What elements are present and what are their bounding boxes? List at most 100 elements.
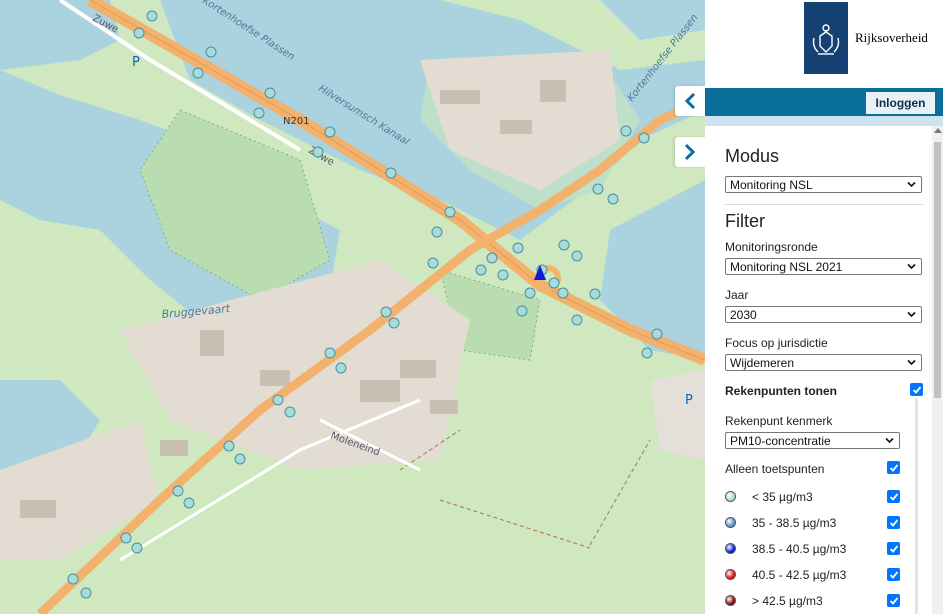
calculation-point-marker[interactable] — [380, 306, 392, 318]
calculation-point-marker[interactable] — [335, 362, 347, 374]
feature-select[interactable]: PM10-concentratie — [725, 432, 900, 449]
year-label: Jaar — [725, 288, 749, 302]
parking-label-right: P — [685, 393, 693, 408]
calculation-point-marker[interactable] — [571, 314, 583, 326]
jurisdiction-select[interactable]: Wijdemeren — [725, 354, 922, 371]
round-select-value: Monitoring NSL 2021 — [730, 259, 843, 274]
jurisdiction-label: Focus op jurisdictie — [725, 336, 828, 350]
calculation-point-marker[interactable] — [264, 87, 276, 99]
calculation-point-marker[interactable] — [146, 10, 158, 22]
legend-checkbox[interactable] — [887, 568, 900, 581]
legend-checkbox[interactable] — [887, 594, 900, 607]
legend-swatch-icon — [725, 517, 736, 528]
chevron-down-icon — [907, 311, 916, 318]
calculation-point-marker[interactable] — [607, 193, 619, 205]
calculation-point-marker[interactable] — [497, 269, 509, 281]
scrollbar-thumb[interactable] — [934, 142, 941, 398]
calculation-point-marker[interactable] — [444, 206, 456, 218]
calculation-point-marker[interactable] — [486, 252, 498, 264]
calculation-point-marker[interactable] — [516, 305, 528, 317]
calculation-point-marker[interactable] — [557, 287, 569, 299]
calculation-point-marker[interactable] — [67, 573, 79, 585]
calculation-point-marker[interactable] — [172, 485, 184, 497]
calculation-point-marker[interactable] — [524, 287, 536, 299]
mode-title: Modus — [725, 146, 780, 166]
road-label-n201: N201 — [283, 116, 310, 127]
legend-label: 40.5 - 42.5 µg/m3 — [752, 568, 847, 582]
check-icon — [889, 518, 898, 527]
check-icon — [889, 544, 898, 553]
calculation-point-marker[interactable] — [272, 394, 284, 406]
calculation-point-marker[interactable] — [324, 347, 336, 359]
legend-label: < 35 µg/m3 — [752, 490, 813, 504]
legend-checkbox[interactable] — [887, 516, 900, 529]
calculation-point-marker[interactable] — [234, 453, 246, 465]
legend-checkbox[interactable] — [887, 490, 900, 503]
calculation-point-marker[interactable] — [620, 125, 632, 137]
calculation-point-marker[interactable] — [223, 440, 235, 452]
feature-select-value: PM10-concentratie — [730, 433, 831, 448]
calculation-point-marker[interactable] — [475, 264, 487, 276]
calculation-point-marker[interactable] — [512, 242, 524, 254]
rijksoverheid-logo-icon — [804, 2, 848, 74]
divider — [725, 204, 923, 205]
calculation-point-marker[interactable] — [431, 226, 443, 238]
calculation-point-marker[interactable] — [131, 542, 143, 554]
year-select-value: 2030 — [730, 307, 757, 322]
legend-label: > 42.5 µg/m3 — [752, 594, 823, 608]
only-test-points-checkbox[interactable] — [887, 461, 900, 474]
login-button[interactable]: Inloggen — [866, 92, 935, 114]
legend-item: 38.5 - 40.5 µg/m3 — [725, 540, 923, 560]
calculation-point-marker[interactable] — [388, 317, 400, 329]
calculation-point-marker[interactable] — [205, 46, 217, 58]
calculation-point-marker[interactable] — [284, 406, 296, 418]
round-label: Monitoringsronde — [725, 240, 818, 254]
calculation-point-marker[interactable] — [641, 347, 653, 359]
calculation-point-marker[interactable] — [427, 257, 439, 269]
calculation-point-marker[interactable] — [592, 183, 604, 195]
header-divider — [705, 116, 943, 126]
feature-label: Rekenpunt kenmerk — [725, 414, 833, 428]
calculation-point-marker[interactable] — [120, 532, 132, 544]
calculation-point-marker[interactable] — [571, 250, 583, 262]
check-icon — [889, 570, 898, 579]
only-test-points-label: Alleen toetspunten — [725, 462, 825, 476]
filter-title: Filter — [725, 211, 765, 231]
legend-swatch-icon — [725, 491, 736, 502]
chevron-down-icon — [885, 437, 894, 444]
mode-select[interactable]: Monitoring NSL — [725, 176, 922, 193]
scroll-up-icon[interactable] — [934, 128, 942, 133]
legend-label: 38.5 - 40.5 µg/m3 — [752, 542, 847, 556]
parking-label-left: P — [132, 55, 140, 70]
calculation-point-marker[interactable] — [324, 126, 336, 138]
chevron-right-icon — [684, 143, 696, 161]
round-select[interactable]: Monitoring NSL 2021 — [725, 258, 922, 275]
calculation-point-marker[interactable] — [253, 107, 265, 119]
calculation-point-marker[interactable] — [133, 27, 145, 39]
check-icon — [912, 385, 921, 394]
year-select[interactable]: 2030 — [725, 306, 922, 323]
calculation-point-marker[interactable] — [638, 132, 650, 144]
calculation-point-marker[interactable] — [192, 67, 204, 79]
calculation-point-marker[interactable] — [80, 587, 92, 599]
legend-label: 35 - 38.5 µg/m3 — [752, 516, 837, 530]
calculation-point-marker[interactable] — [548, 277, 560, 289]
jurisdiction-select-value: Wijdemeren — [730, 355, 795, 370]
legend-checkbox[interactable] — [887, 542, 900, 555]
expand-panel-button[interactable] — [675, 137, 705, 167]
calculation-point-marker[interactable] — [385, 167, 397, 179]
calculation-point-marker[interactable] — [558, 239, 570, 251]
calculation-point-marker[interactable] — [312, 146, 324, 158]
calculation-point-marker[interactable] — [589, 288, 601, 300]
show-points-checkbox[interactable] — [910, 383, 923, 396]
calculation-point-marker[interactable] — [183, 497, 195, 509]
chevron-left-icon — [684, 92, 696, 110]
side-panel: Modus Monitoring NSL Filter Monitoringsr… — [705, 126, 943, 614]
collapse-panel-button[interactable] — [675, 86, 705, 116]
legend-swatch-icon — [725, 543, 736, 554]
show-points-label: Rekenpunten tonen — [725, 384, 838, 398]
calculation-point-marker[interactable] — [651, 328, 663, 340]
legend-item: > 42.5 µg/m3 — [725, 592, 923, 612]
legend-swatch-icon — [725, 569, 736, 580]
check-icon — [889, 492, 898, 501]
